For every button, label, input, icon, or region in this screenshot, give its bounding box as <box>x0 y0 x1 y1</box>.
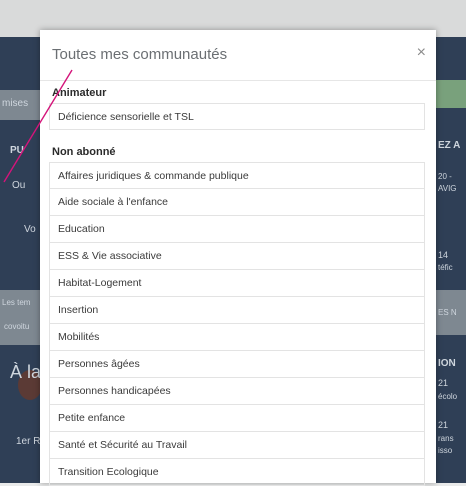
annotation-pointer-line <box>3 69 73 183</box>
annotation-line <box>3 69 73 183</box>
